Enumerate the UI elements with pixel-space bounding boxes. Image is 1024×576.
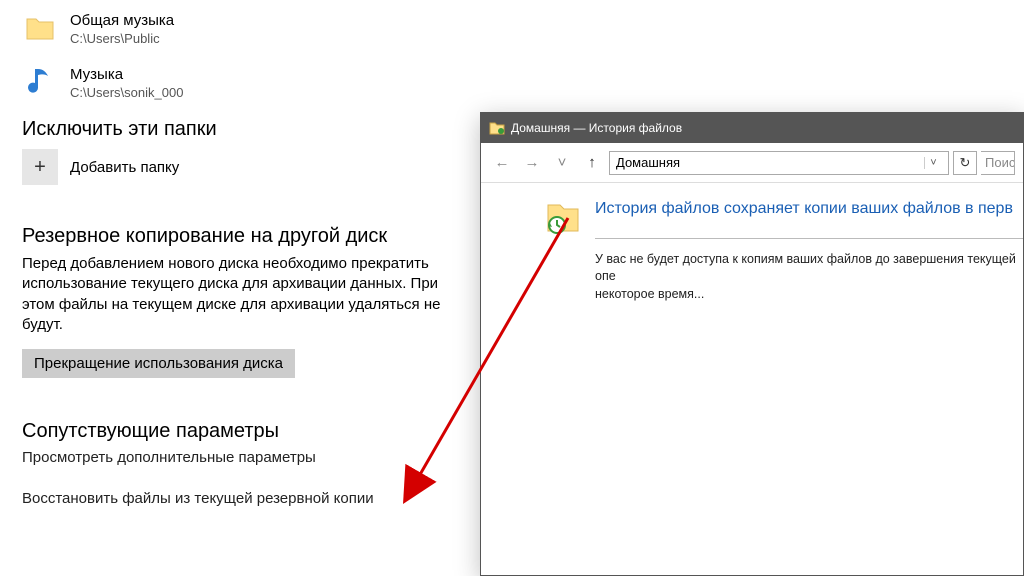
file-history-description: У вас не будет доступа к копиям ваших фа… [595, 251, 1023, 304]
related-heading: Сопутствующие параметры [22, 420, 480, 443]
address-bar[interactable]: Домашняя ˅ [609, 151, 949, 175]
exclude-heading: Исключить эти папки [22, 118, 480, 141]
backup-description: Перед добавлением нового диска необходим… [22, 254, 467, 335]
file-history-title: История файлов сохраняет копии ваших фай… [595, 199, 1023, 220]
window-titlebar[interactable]: Домашняя — История файлов [481, 113, 1023, 143]
folder-item-shared-music[interactable]: Общая музыка C:\Users\Public [22, 10, 480, 46]
folder-icon [22, 10, 58, 46]
nav-forward-button[interactable]: → [519, 150, 545, 176]
restore-files-link[interactable]: Восстановить файлы из текущей резервной … [22, 490, 480, 507]
folder-title: Общая музыка [70, 12, 174, 29]
window-title: Домашняя — История файлов [511, 121, 682, 135]
file-history-icon [545, 199, 581, 235]
folder-title: Музыка [70, 66, 183, 83]
chevron-down-icon[interactable]: ˅ [549, 150, 575, 176]
search-placeholder: Поис [985, 155, 1015, 170]
backup-heading: Резервное копирование на другой диск [22, 225, 480, 248]
nav-back-button[interactable]: ← [489, 150, 515, 176]
view-advanced-link[interactable]: Просмотреть дополнительные параметры [22, 449, 480, 466]
window-content: История файлов сохраняет копии ваших фай… [481, 183, 1023, 575]
folder-path: C:\Users\Public [70, 31, 174, 46]
address-text: Домашняя [616, 155, 680, 170]
add-folder-button[interactable]: + [22, 149, 58, 185]
nav-toolbar: ← → ˅ ↑ Домашняя ˅ ↻ Поис [481, 143, 1023, 183]
folder-small-icon [489, 121, 505, 135]
file-history-window: Домашняя — История файлов ← → ˅ ↑ Домашн… [480, 112, 1024, 576]
nav-up-button[interactable]: ↑ [579, 150, 605, 176]
add-folder-label: Добавить папку [70, 159, 179, 176]
settings-panel: Общая музыка C:\Users\Public Музыка C:\U… [0, 0, 480, 507]
stop-using-disk-button[interactable]: Прекращение использования диска [22, 349, 295, 378]
folder-item-music[interactable]: Музыка C:\Users\sonik_000 [22, 64, 480, 100]
folder-path: C:\Users\sonik_000 [70, 85, 183, 100]
divider [595, 238, 1023, 239]
music-icon [22, 64, 58, 100]
address-dropdown-icon[interactable]: ˅ [924, 157, 942, 169]
search-input[interactable]: Поис [981, 151, 1015, 175]
refresh-button[interactable]: ↻ [953, 151, 977, 175]
